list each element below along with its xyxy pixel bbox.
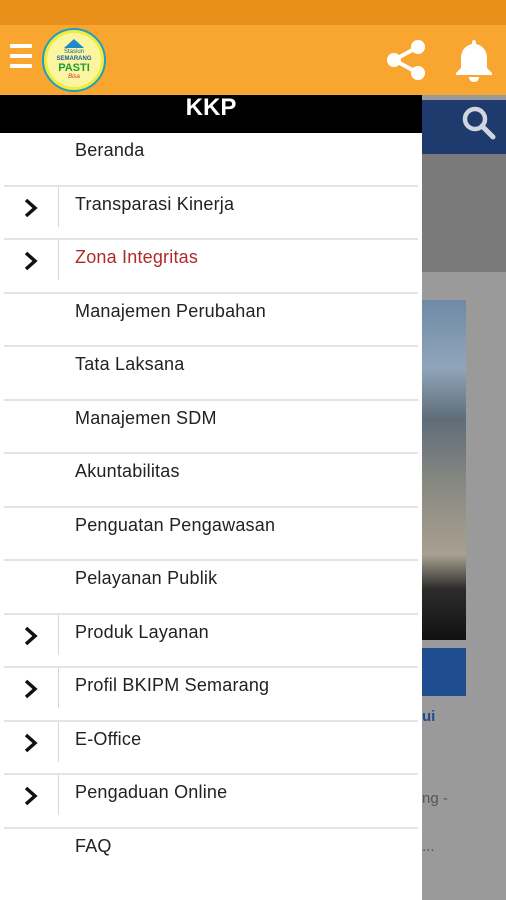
drawer-menu-item[interactable]: FAQ xyxy=(0,829,422,883)
item-divider xyxy=(58,614,59,655)
chevron-right-icon[interactable] xyxy=(22,197,40,219)
drawer-menu-item-label: FAQ xyxy=(75,835,112,856)
drawer-menu-item-label: Akuntabilitas xyxy=(75,461,180,481)
drawer-menu-item-label: Transparasi Kinerja xyxy=(75,193,235,214)
background-banner xyxy=(422,154,506,272)
logo-text-line1: Stasiun xyxy=(63,49,84,55)
navigation-drawer: KKP Beranda Transparasi Kinerja Zona Integ… xyxy=(0,95,422,900)
drawer-menu-item-label: Manajemen SDM xyxy=(75,407,217,428)
background-text: ... xyxy=(422,838,435,855)
app-header: Stasiun SEMARANG PASTI Bisa xyxy=(0,25,506,95)
chevron-right-icon[interactable] xyxy=(22,625,40,647)
drawer-menu-item[interactable]: Zona Integritas xyxy=(0,240,422,294)
background-text: ng - xyxy=(422,790,448,807)
chevron-right-icon[interactable] xyxy=(22,250,40,272)
drawer-menu-item[interactable]: E-Office xyxy=(0,721,422,775)
status-bar xyxy=(0,0,506,25)
item-divider xyxy=(58,186,59,227)
drawer-menu-item-label: Produk Layanan xyxy=(75,621,209,642)
background-text: ui xyxy=(422,708,436,725)
drawer-menu-item-label: Tata Laksana xyxy=(75,354,185,374)
background-photo xyxy=(422,300,466,640)
drawer-menu-item[interactable]: Akuntabilitas xyxy=(0,454,422,508)
drawer-menu-item[interactable]: Profil BKIPM Semarang xyxy=(0,668,422,722)
item-divider xyxy=(58,721,59,762)
logo-text-line3: PASTI xyxy=(58,62,90,74)
background-section-bar xyxy=(422,648,466,696)
drawer-menu-item-label: Beranda xyxy=(75,140,145,160)
drawer-menu-item[interactable]: Produk Layanan xyxy=(0,614,422,668)
item-divider xyxy=(58,240,59,280)
drawer-title: KKP xyxy=(0,95,422,133)
drawer-menu-item-label: Pelayanan Publik xyxy=(75,568,218,588)
drawer-menu-item[interactable]: Transparasi Kinerja xyxy=(0,186,422,240)
drawer-menu-item[interactable]: Penguatan Pengawasan xyxy=(0,508,422,561)
drawer-menu: Beranda Transparasi Kinerja Zona Integrita… xyxy=(0,133,422,882)
item-divider xyxy=(58,775,59,815)
drawer-menu-item[interactable]: Manajemen Perubahan xyxy=(0,294,422,347)
item-divider xyxy=(58,668,59,708)
drawer-menu-item[interactable]: Manajemen SDM xyxy=(0,401,422,454)
drawer-menu-item-label: E-Office xyxy=(75,728,142,749)
drawer-menu-item-label: Zona Integritas xyxy=(75,247,199,267)
logo-text-line4: Bisa xyxy=(68,74,80,80)
chevron-right-icon[interactable] xyxy=(22,785,40,807)
bell-icon[interactable] xyxy=(452,36,496,84)
app-logo[interactable]: Stasiun SEMARANG PASTI Bisa xyxy=(42,28,106,92)
chevron-right-icon[interactable] xyxy=(22,732,40,754)
menu-icon[interactable] xyxy=(10,44,32,76)
drawer-menu-item-label: Pengaduan Online xyxy=(75,782,228,802)
drawer-menu-item[interactable]: Tata Laksana xyxy=(0,347,422,401)
chevron-right-icon[interactable] xyxy=(22,678,40,700)
drawer-menu-item-label: Manajemen Perubahan xyxy=(75,300,266,321)
drawer-menu-item-label: Profil BKIPM Semarang xyxy=(75,675,270,695)
drawer-menu-item[interactable]: Pelayanan Publik xyxy=(0,561,422,615)
drawer-menu-item[interactable]: Pengaduan Online xyxy=(0,775,422,829)
share-icon[interactable] xyxy=(382,36,430,84)
drawer-menu-item-label: Penguatan Pengawasan xyxy=(75,514,276,535)
search-icon[interactable] xyxy=(460,104,498,142)
drawer-menu-item[interactable]: Beranda xyxy=(0,133,422,187)
